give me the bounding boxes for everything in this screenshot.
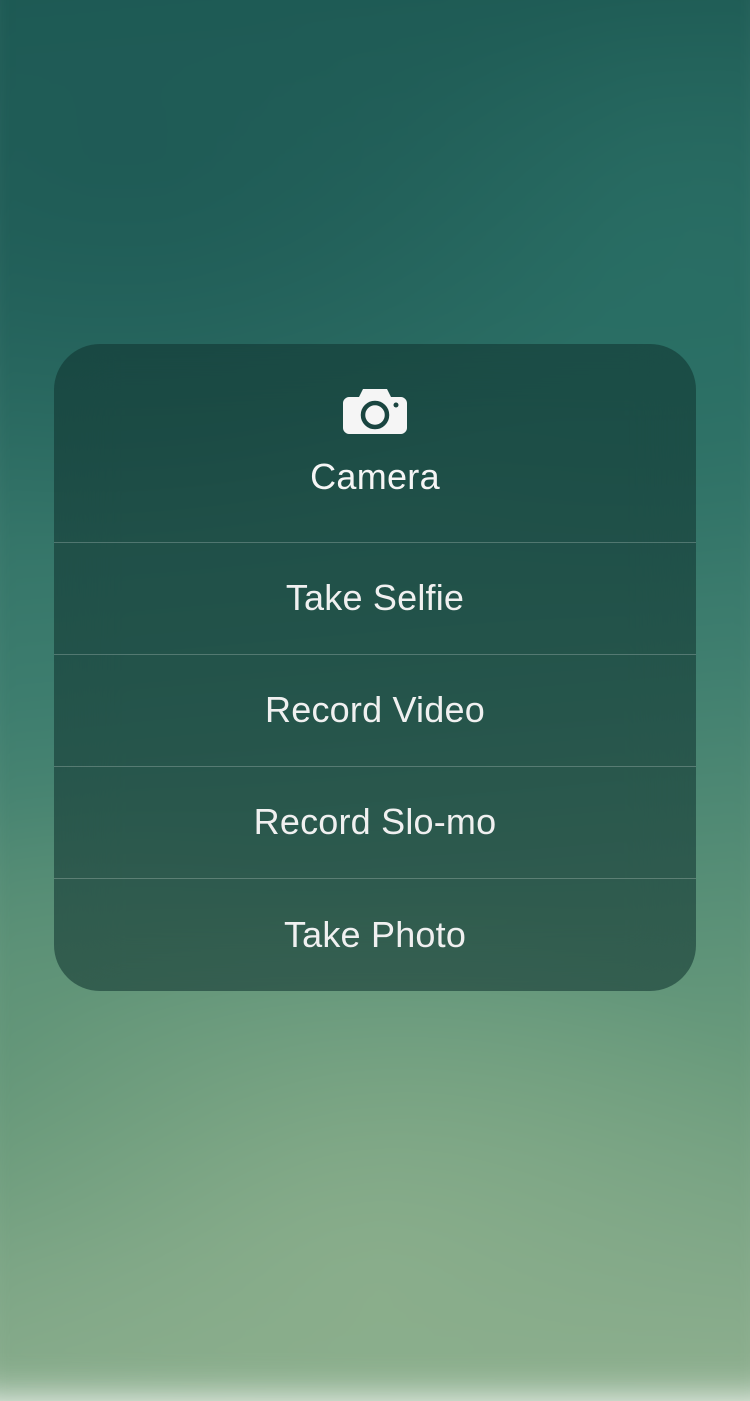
camera-icon <box>343 386 407 434</box>
menu-item-take-photo[interactable]: Take Photo <box>54 879 696 991</box>
menu-item-label: Record Video <box>265 689 485 731</box>
menu-item-label: Record Slo-mo <box>254 801 497 843</box>
menu-item-record-slomo[interactable]: Record Slo-mo <box>54 767 696 879</box>
menu-item-label: Take Selfie <box>286 577 464 619</box>
menu-container: Camera Take Selfie Record Video Record S… <box>0 0 750 1334</box>
menu-item-label: Take Photo <box>284 914 466 956</box>
camera-quick-actions-panel: Camera Take Selfie Record Video Record S… <box>54 344 696 991</box>
menu-header[interactable]: Camera <box>54 344 696 543</box>
menu-item-take-selfie[interactable]: Take Selfie <box>54 543 696 655</box>
menu-item-record-video[interactable]: Record Video <box>54 655 696 767</box>
menu-title: Camera <box>310 456 440 498</box>
